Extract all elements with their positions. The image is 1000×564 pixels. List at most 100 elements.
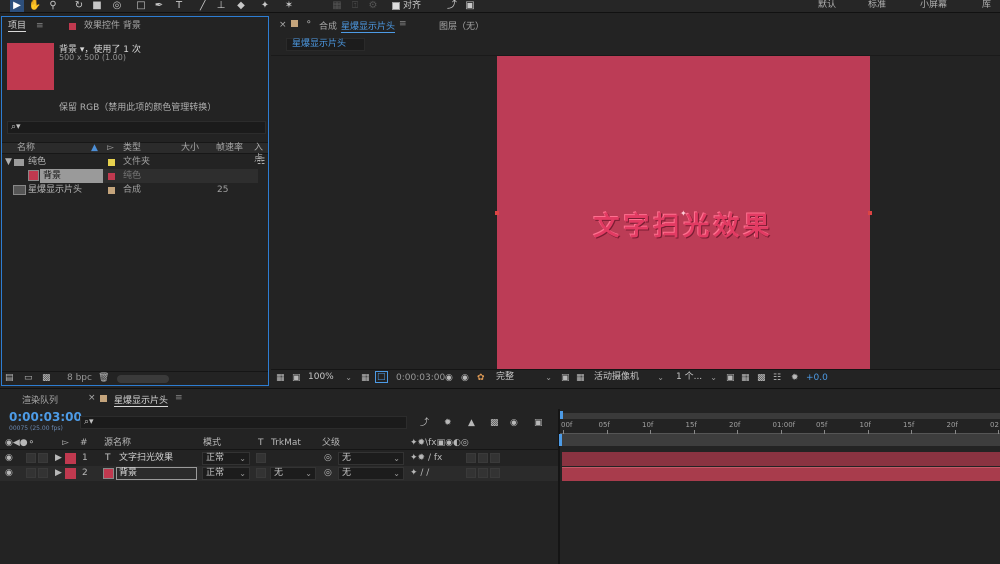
tab-project[interactable]: 项目 (8, 20, 27, 32)
layer-name[interactable]: 文字扫光效果 (119, 451, 173, 466)
eraser-tool-icon[interactable]: ◆ (234, 0, 248, 12)
shy-layers-icon[interactable]: ▲ (468, 417, 475, 430)
visibility-eye-icon[interactable]: ◉ (5, 466, 13, 481)
horizontal-scrollbar[interactable] (117, 375, 169, 383)
local-axis-icon[interactable]: ▦ (330, 0, 344, 12)
layer-row[interactable]: ◉ ▶ 1 T 文字扫光效果 正常 ⌄ ◎ 无 ⌄ ✦✹ / fx (0, 451, 558, 466)
comp-panel-menu-icon[interactable]: ≡ (399, 19, 407, 29)
column-parent[interactable]: 父级 (322, 437, 340, 452)
tab-timeline-comp[interactable]: 星爆显示片头 (114, 393, 169, 407)
expand-arrow-icon[interactable]: ▶ (55, 451, 62, 466)
align-checkbox[interactable] (392, 2, 400, 10)
panel-menu-icon[interactable]: ≡ (36, 20, 44, 32)
draft-3d-icon[interactable]: ✹ (444, 417, 452, 430)
switch-box[interactable] (478, 453, 488, 463)
switch-box[interactable] (490, 468, 500, 478)
viewer-timecode[interactable]: 0:00:03:00 (396, 372, 445, 385)
audio-switch[interactable] (26, 468, 36, 478)
always-preview-icon[interactable]: ▦ (276, 372, 285, 385)
layer-row[interactable]: ◉ ▶ 2 背景 正常 ⌄ 无 ⌄ ◎ 无 ⌄ ✦ ∕ / (0, 466, 558, 481)
label-swatch[interactable] (108, 159, 115, 166)
anchor-point-icon[interactable]: ✦ (680, 209, 687, 218)
tab-effect-controls[interactable]: 效果控件 背景 (84, 20, 141, 32)
transparency-grid-icon[interactable]: ▦ (576, 372, 585, 385)
expand-arrow-icon[interactable]: ▼ (5, 155, 12, 169)
new-composition-icon[interactable]: ▩ (42, 372, 51, 385)
snap-icon[interactable]: ⤴ (445, 0, 459, 12)
layer-name[interactable]: 背景 (116, 467, 197, 480)
layer-switches-icon[interactable]: ✦✹\fx▣◉◐◎ (410, 437, 469, 452)
composition-viewer[interactable]: 文字扫光效果 ✦ (271, 55, 1000, 369)
fast-previews-icon[interactable]: ▦ (741, 372, 750, 385)
interpret-footage-icon[interactable]: ▤ (5, 372, 14, 385)
type-tool-icon[interactable]: T (172, 0, 186, 12)
preserve-transparency-switch[interactable] (256, 468, 266, 478)
exposure-value[interactable]: +0.0 (806, 372, 828, 385)
time-ruler[interactable]: 00f 05f 10f 15f 20f 01:00f 05f 10f 15f 20f 02 (560, 420, 1000, 434)
column-source-name[interactable]: 源名称 (104, 437, 131, 452)
column-mode[interactable]: 模式 (203, 437, 221, 452)
pick-whip-icon[interactable]: ◎ (324, 451, 332, 466)
lock-icon[interactable]: ⚬ (305, 18, 313, 28)
rectangle-tool-icon[interactable]: □ (134, 0, 148, 12)
trash-icon[interactable]: 🗑 (98, 372, 109, 385)
snapshot-icon[interactable]: ◉ (445, 372, 453, 385)
zoom-dropdown[interactable]: 100% ⌄ (305, 372, 355, 385)
label-swatch[interactable] (108, 187, 115, 194)
close-tab-icon[interactable]: × (279, 20, 287, 30)
grid-icon[interactable]: ▦ (361, 372, 370, 385)
layer-label-color[interactable] (65, 468, 76, 479)
switch-box[interactable] (478, 468, 488, 478)
switch-box[interactable] (466, 453, 476, 463)
snap-option-icon[interactable]: ▣ (463, 0, 477, 12)
list-item[interactable]: ▼ 纯色 文件夹 ☷ (2, 155, 268, 169)
frame-blending-icon[interactable]: ▩ (490, 417, 499, 430)
solo-switch[interactable] (38, 468, 48, 478)
parent-dropdown[interactable]: 无 ⌄ (338, 467, 404, 480)
workspace-library[interactable]: 库 (982, 0, 991, 12)
column-trkmat[interactable]: TrkMat (271, 437, 301, 452)
column-size[interactable]: 大小 (181, 143, 199, 154)
list-item[interactable]: 星爆显示片头 合成 25 (2, 183, 268, 197)
close-tab-icon[interactable]: × (88, 393, 96, 403)
tab-layer[interactable]: 图层（无） (439, 19, 484, 32)
roto-brush-tool-icon[interactable]: ✦ (258, 0, 272, 12)
preserve-transparency-switch[interactable] (256, 453, 266, 463)
brush-tool-icon[interactable]: ╱ (196, 0, 210, 12)
puppet-pin-tool-icon[interactable]: ✶ (282, 0, 296, 12)
tab-render-queue[interactable]: 渲染队列 (22, 393, 58, 406)
clone-stamp-tool-icon[interactable]: ⊥ (214, 0, 228, 12)
pick-whip-icon[interactable]: ◎ (324, 466, 332, 481)
column-type[interactable]: 类型 (123, 143, 141, 154)
mode-dropdown[interactable]: 正常 ⌄ (202, 452, 250, 465)
pan-behind-tool-icon[interactable]: ◎ (110, 0, 124, 12)
switch-box[interactable] (466, 468, 476, 478)
label-swatch[interactable] (108, 173, 115, 180)
timeline-search-input[interactable]: ⌕▾ (80, 416, 407, 429)
show-snapshot-icon[interactable]: ◉ (461, 372, 469, 385)
parent-dropdown[interactable]: 无 ⌄ (338, 452, 404, 465)
reset-exposure-icon[interactable]: ✹ (791, 372, 799, 385)
work-area-bar[interactable] (562, 413, 1000, 419)
new-folder-icon[interactable]: ▭ (24, 372, 33, 385)
bounding-handle-right[interactable] (868, 211, 872, 215)
view-axis-icon[interactable]: ⚙ (366, 0, 380, 12)
resolution-dropdown[interactable]: 完整 ⌄ (493, 372, 555, 385)
layer-duration-bar[interactable] (562, 452, 1000, 466)
comp-time-bar[interactable] (560, 434, 1000, 446)
mode-dropdown[interactable]: 正常 ⌄ (202, 467, 250, 480)
column-name[interactable]: 名称 (17, 143, 35, 154)
trkmat-dropdown[interactable]: 无 ⌄ (270, 467, 316, 480)
tab-composition[interactable]: 星爆显示片头 (341, 19, 396, 33)
current-time-display[interactable]: 0:00:03:00 (9, 410, 82, 424)
label-column-icon[interactable]: ▻ (62, 437, 69, 452)
camera-tool-icon[interactable]: ■ (90, 0, 104, 12)
rotate-tool-icon[interactable]: ↻ (72, 0, 86, 12)
color-channels-icon[interactable]: ✿ (477, 372, 485, 385)
audio-switch[interactable] (26, 453, 36, 463)
layer-switches-icon[interactable]: ✦✹ / fx (410, 451, 442, 466)
project-search-input[interactable]: ⌕▾ (7, 121, 266, 134)
layer-duration-bar[interactable] (562, 467, 1000, 481)
column-fps[interactable]: 帧速率 (216, 143, 243, 154)
solo-switch[interactable] (38, 453, 48, 463)
